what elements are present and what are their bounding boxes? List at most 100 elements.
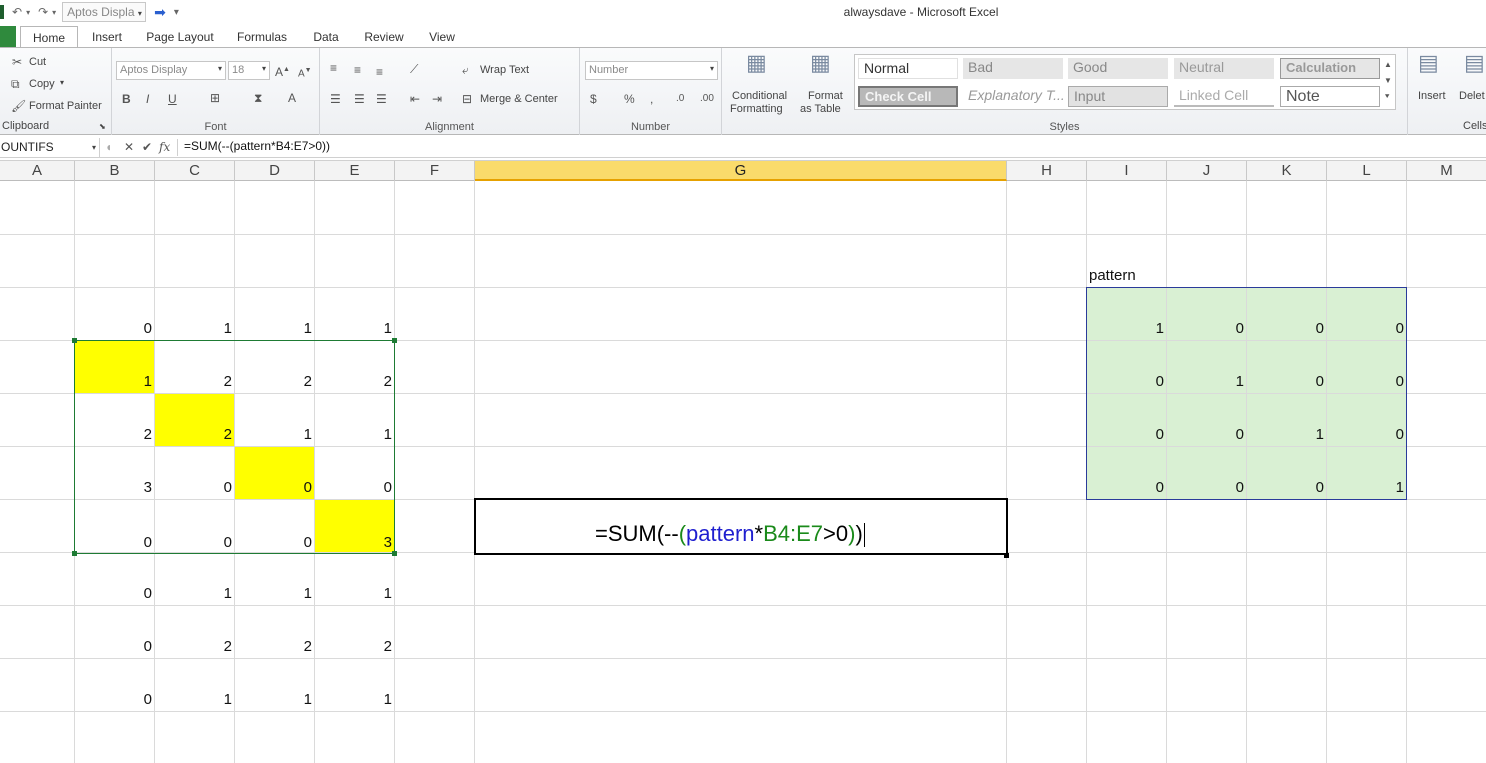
increase-decimal-icon[interactable]: .0 bbox=[676, 92, 684, 106]
table-cell[interactable]: 0 bbox=[75, 584, 155, 604]
cancel-icon[interactable]: ✕ bbox=[124, 140, 134, 154]
column-header-i[interactable]: I bbox=[1087, 161, 1167, 181]
column-header-j[interactable]: J bbox=[1167, 161, 1247, 181]
pattern-cell[interactable]: 0 bbox=[1167, 319, 1247, 339]
table-cell[interactable]: 2 bbox=[155, 372, 235, 392]
column-header-c[interactable]: C bbox=[155, 161, 235, 181]
style-bad[interactable]: Bad bbox=[963, 58, 1063, 79]
table-cell[interactable]: 0 bbox=[155, 478, 235, 498]
format-painter-button[interactable]: Format Painter bbox=[29, 100, 102, 112]
table-cell[interactable]: 1 bbox=[155, 690, 235, 710]
tab-review[interactable]: Review bbox=[356, 26, 412, 48]
pattern-cell[interactable]: 1 bbox=[1167, 372, 1247, 392]
edit-cell-handle[interactable] bbox=[1004, 553, 1009, 558]
cut-button[interactable]: Cut bbox=[29, 56, 46, 68]
table-cell[interactable]: 1 bbox=[75, 372, 155, 392]
worksheet-grid[interactable]: 0 1 1 1 1 2 2 2 2 2 1 1 3 0 0 0 0 0 0 3 0 1 1 1 0 2 2 2 0 1 1 1 pattern 1… bbox=[0, 181, 1486, 763]
style-note[interactable]: Note bbox=[1280, 86, 1380, 107]
currency-icon[interactable]: $ bbox=[590, 92, 597, 106]
align-top-icon[interactable]: ≡ bbox=[330, 61, 337, 75]
column-header-l[interactable]: L bbox=[1327, 161, 1407, 181]
table-cell[interactable]: 0 bbox=[75, 533, 155, 553]
table-cell[interactable]: 2 bbox=[235, 637, 315, 657]
pattern-cell[interactable]: 0 bbox=[1327, 425, 1407, 445]
column-header-g[interactable]: G bbox=[475, 161, 1007, 181]
borders-icon[interactable]: ⊞ bbox=[210, 91, 220, 105]
column-header-a[interactable]: A bbox=[0, 161, 75, 181]
style-input[interactable]: Input bbox=[1068, 86, 1168, 107]
merge-center-button[interactable]: Merge & Center bbox=[480, 93, 558, 105]
table-cell[interactable]: 1 bbox=[235, 584, 315, 604]
table-cell[interactable]: 3 bbox=[75, 478, 155, 498]
formula-input[interactable]: =SUM(--(pattern*B4:E7>0)) bbox=[184, 139, 330, 153]
wrap-text-button[interactable]: Wrap Text bbox=[480, 64, 529, 76]
grow-font-icon[interactable]: A▲ bbox=[275, 63, 290, 79]
align-center-icon[interactable]: ☰ bbox=[354, 92, 365, 106]
fill-color-icon[interactable]: ⧗ bbox=[254, 91, 262, 105]
tab-formulas[interactable]: Formulas bbox=[230, 26, 294, 48]
table-cell[interactable]: 0 bbox=[75, 637, 155, 657]
table-cell[interactable]: 2 bbox=[75, 425, 155, 445]
column-header-m[interactable]: M bbox=[1407, 161, 1486, 181]
table-cell[interactable]: 0 bbox=[75, 319, 155, 339]
column-header-d[interactable]: D bbox=[235, 161, 315, 181]
decrease-decimal-icon[interactable]: .00 bbox=[700, 92, 714, 106]
table-cell[interactable]: 1 bbox=[315, 690, 395, 710]
style-neutral[interactable]: Neutral bbox=[1174, 58, 1274, 79]
align-left-icon[interactable]: ☰ bbox=[330, 92, 341, 106]
font-name-select[interactable]: Aptos Display ▾ bbox=[116, 61, 226, 80]
styles-scroll-down-icon[interactable]: ▼ bbox=[1384, 74, 1392, 88]
percent-icon[interactable]: % bbox=[624, 92, 635, 106]
copy-button[interactable]: Copy bbox=[29, 78, 55, 90]
pattern-cell[interactable]: 0 bbox=[1247, 478, 1327, 498]
name-box[interactable]: OUNTIFS ▾ bbox=[0, 138, 100, 157]
copy-dropdown-icon[interactable]: ▾ bbox=[60, 78, 64, 87]
font-color-icon[interactable]: A bbox=[288, 91, 296, 105]
pattern-cell[interactable]: 0 bbox=[1327, 372, 1407, 392]
tab-view[interactable]: View bbox=[420, 26, 464, 48]
table-cell[interactable]: 1 bbox=[235, 319, 315, 339]
align-bottom-icon[interactable]: ≡ bbox=[376, 65, 383, 79]
edit-cell-formula[interactable]: =SUM(--(pattern*B4:E7>0)) bbox=[595, 521, 865, 548]
bold-icon[interactable]: B bbox=[122, 92, 131, 106]
shrink-font-icon[interactable]: A▼ bbox=[298, 64, 312, 81]
pattern-cell[interactable]: 1 bbox=[1247, 425, 1327, 445]
pattern-cell[interactable]: 0 bbox=[1087, 372, 1167, 392]
table-cell[interactable]: 0 bbox=[315, 478, 395, 498]
tab-data[interactable]: Data bbox=[304, 26, 348, 48]
style-normal[interactable]: Normal bbox=[858, 58, 958, 79]
style-check-cell[interactable]: Check Cell bbox=[858, 86, 958, 107]
file-tab[interactable] bbox=[0, 26, 16, 48]
decrease-indent-icon[interactable]: ⇤ bbox=[410, 92, 420, 106]
table-cell[interactable]: 1 bbox=[155, 319, 235, 339]
comma-icon[interactable]: , bbox=[650, 92, 653, 106]
pattern-cell[interactable]: 0 bbox=[1167, 425, 1247, 445]
styles-more-icon[interactable]: ⯆ bbox=[1384, 90, 1390, 104]
table-cell[interactable]: 3 bbox=[315, 533, 395, 553]
format-as-table-button[interactable]: Format bbox=[808, 90, 843, 102]
table-cell[interactable]: 0 bbox=[155, 533, 235, 553]
pattern-cell[interactable]: 0 bbox=[1327, 319, 1407, 339]
tab-home[interactable]: Home bbox=[20, 26, 78, 49]
column-header-e[interactable]: E bbox=[315, 161, 395, 181]
table-cell[interactable]: 1 bbox=[235, 690, 315, 710]
tab-page-layout[interactable]: Page Layout bbox=[140, 26, 220, 48]
insert-button[interactable]: Insert bbox=[1418, 90, 1446, 102]
conditional-formatting-button[interactable]: Conditional bbox=[732, 90, 787, 102]
style-linked-cell[interactable]: Linked Cell bbox=[1174, 86, 1274, 107]
number-format-select[interactable]: Number ▾ bbox=[585, 61, 718, 80]
table-cell[interactable]: 2 bbox=[155, 637, 235, 657]
delete-button[interactable]: Delet bbox=[1459, 90, 1485, 102]
tab-insert[interactable]: Insert bbox=[82, 26, 132, 48]
column-header-f[interactable]: F bbox=[395, 161, 475, 181]
font-size-select[interactable]: 18 ▾ bbox=[228, 61, 270, 80]
pattern-cell[interactable]: 0 bbox=[1167, 478, 1247, 498]
table-cell[interactable]: 2 bbox=[155, 425, 235, 445]
insert-function-icon[interactable]: fx bbox=[159, 140, 170, 154]
orientation-icon[interactable]: ⟋ bbox=[410, 62, 418, 76]
pattern-cell[interactable]: 1 bbox=[1087, 319, 1167, 339]
table-cell[interactable]: 1 bbox=[235, 425, 315, 445]
pattern-cell[interactable]: 0 bbox=[1247, 372, 1327, 392]
pattern-cell[interactable]: 0 bbox=[1087, 425, 1167, 445]
pattern-cell[interactable]: 1 bbox=[1327, 478, 1407, 498]
